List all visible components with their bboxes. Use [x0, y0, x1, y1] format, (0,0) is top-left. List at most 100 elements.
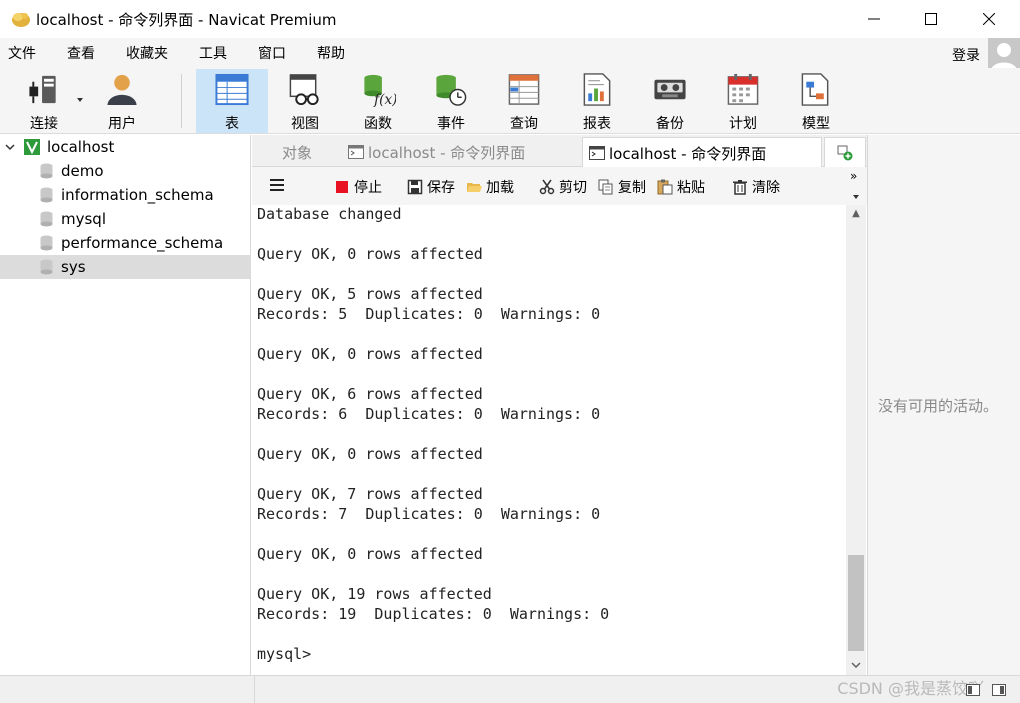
toolbar-table-button[interactable]: 表 — [196, 69, 268, 133]
model-icon — [801, 73, 829, 106]
toolbar-table-label: 表 — [225, 116, 239, 132]
new-tab-plus-icon — [837, 145, 853, 160]
load-label: 加载 — [486, 180, 514, 196]
console-output[interactable]: Database changed Query OK, 0 rows affect… — [252, 205, 846, 675]
tab-console-2[interactable]: localhost - 命令列界面 — [582, 137, 822, 168]
tree-item-localhost[interactable]: localhost — [0, 135, 251, 159]
connection-tree: localhost demo information_schema mysql … — [0, 135, 251, 675]
copy-icon — [598, 179, 613, 195]
no-activity-message: 没有可用的活动。 — [878, 397, 999, 415]
connect-dropdown-icon[interactable] — [77, 98, 83, 102]
tree-item-performance-schema[interactable]: performance_schema — [0, 231, 251, 255]
toolbar-schedule-label: 计划 — [729, 116, 757, 132]
maximize-button[interactable] — [902, 0, 960, 38]
paste-label: 粘贴 — [677, 180, 705, 196]
menu-help[interactable]: 帮助 — [309, 43, 360, 63]
tree-database-label: performance_schema — [61, 234, 224, 252]
stop-button[interactable]: 停止 — [334, 177, 382, 197]
function-icon: f(x) — [364, 74, 396, 107]
stop-icon — [336, 181, 348, 193]
minimize-icon — [868, 18, 880, 20]
avatar[interactable] — [988, 38, 1020, 70]
panel-toggle-icon[interactable] — [992, 684, 1006, 696]
toolbar-user-button[interactable]: 用户 — [86, 69, 158, 133]
copy-button[interactable]: 复制 — [598, 177, 646, 197]
toolbar-query-button[interactable]: 查询 — [488, 69, 560, 133]
save-button[interactable]: 保存 — [407, 177, 455, 197]
tab-bar: 对象 localhost - 命令列界面 localhost - 命令列界面 — [252, 135, 867, 168]
tree-item-demo[interactable]: demo — [0, 159, 251, 183]
terminal-icon — [589, 146, 605, 160]
tree-item-information-schema[interactable]: information_schema — [0, 183, 251, 207]
toolbar-schedule-button[interactable]: 计划 — [707, 69, 779, 133]
menu-view[interactable]: 查看 — [59, 43, 110, 63]
menu-tools[interactable]: 工具 — [191, 43, 242, 63]
tree-item-mysql[interactable]: mysql — [0, 207, 251, 231]
console-toolbar: 停止 保存 加载 剪切 复制 粘贴 清除 » — [252, 167, 867, 205]
scissors-icon — [539, 179, 555, 195]
tree-item-sys[interactable]: sys — [0, 255, 251, 279]
scrollbar-thumb[interactable] — [848, 555, 864, 651]
status-bar: CSDN @我是蒸饺吖 — [0, 675, 1020, 703]
toolbar-model-label: 模型 — [802, 116, 830, 132]
cut-label: 剪切 — [559, 180, 587, 196]
console-dropdown-icon[interactable] — [853, 195, 859, 199]
trash-icon — [733, 180, 747, 195]
toolbar-report-label: 报表 — [583, 116, 611, 132]
toolbar-view-label: 视图 — [291, 116, 319, 132]
tab-objects-label: 对象 — [282, 143, 313, 162]
cut-button[interactable]: 剪切 — [539, 177, 587, 197]
status-divider — [254, 676, 255, 703]
panel-view-icon[interactable] — [966, 684, 980, 696]
tab-console-2-label: localhost - 命令列界面 — [609, 144, 767, 163]
toolbar-view-button[interactable]: 视图 — [269, 69, 341, 133]
load-button[interactable]: 加载 — [466, 177, 514, 197]
copy-label: 复制 — [618, 180, 646, 196]
tab-objects[interactable]: 对象 — [282, 137, 312, 167]
toolbar-report-button[interactable]: 报表 — [561, 69, 633, 133]
database-icon — [40, 259, 53, 275]
window-title: localhost - 命令列界面 - Navicat Premium — [36, 10, 337, 29]
mysql-connection-icon — [24, 139, 40, 155]
login-link[interactable]: 登录 — [952, 45, 980, 65]
user-icon — [107, 74, 137, 106]
clear-button[interactable]: 清除 — [732, 177, 780, 197]
toolbar-model-button[interactable]: 模型 — [780, 69, 852, 133]
calendar-icon — [727, 73, 759, 105]
minimize-button[interactable] — [845, 0, 903, 38]
toolbar-function-button[interactable]: f(x) 函数 — [342, 69, 414, 133]
activity-panel: 没有可用的活动。 — [867, 135, 1020, 675]
save-label: 保存 — [427, 180, 455, 196]
toolbar-backup-button[interactable]: 备份 — [634, 69, 706, 133]
scroll-up-icon[interactable]: ▲ — [846, 205, 866, 221]
chevron-down-icon[interactable] — [4, 141, 16, 153]
toolbar-user-label: 用户 — [108, 116, 136, 132]
navicat-logo-icon — [12, 13, 30, 27]
menu-window[interactable]: 窗口 — [250, 43, 301, 63]
scroll-down-icon[interactable] — [846, 657, 866, 673]
menu-favorites[interactable]: 收藏夹 — [118, 43, 183, 63]
console-scrollbar[interactable]: ▲ — [846, 205, 866, 675]
overflow-chevron-icon[interactable]: » — [850, 169, 857, 183]
new-tab-button[interactable] — [824, 137, 866, 167]
paste-button[interactable]: 粘贴 — [657, 177, 705, 197]
hamburger-icon — [270, 179, 284, 191]
stop-label: 停止 — [354, 180, 382, 196]
tree-database-label: information_schema — [61, 186, 214, 204]
close-icon — [983, 13, 995, 25]
clear-label: 清除 — [752, 180, 780, 196]
toolbar-connect-button[interactable]: 连接 — [8, 69, 80, 133]
tab-console-1-label: localhost - 命令列界面 — [368, 143, 526, 162]
toolbar-event-button[interactable]: 事件 — [415, 69, 487, 133]
event-icon — [436, 74, 467, 106]
toolbar-connect-label: 连接 — [30, 116, 58, 132]
tree-database-label: mysql — [61, 210, 106, 228]
toolbar-separator — [181, 74, 182, 128]
close-button[interactable] — [960, 0, 1018, 38]
hamburger-menu-button[interactable] — [270, 178, 286, 192]
tab-console-1[interactable]: localhost - 命令列界面 — [342, 137, 525, 167]
table-icon — [215, 73, 249, 106]
tree-database-label: sys — [61, 258, 86, 276]
menu-file[interactable]: 文件 — [0, 43, 51, 63]
maximize-icon — [925, 13, 937, 25]
